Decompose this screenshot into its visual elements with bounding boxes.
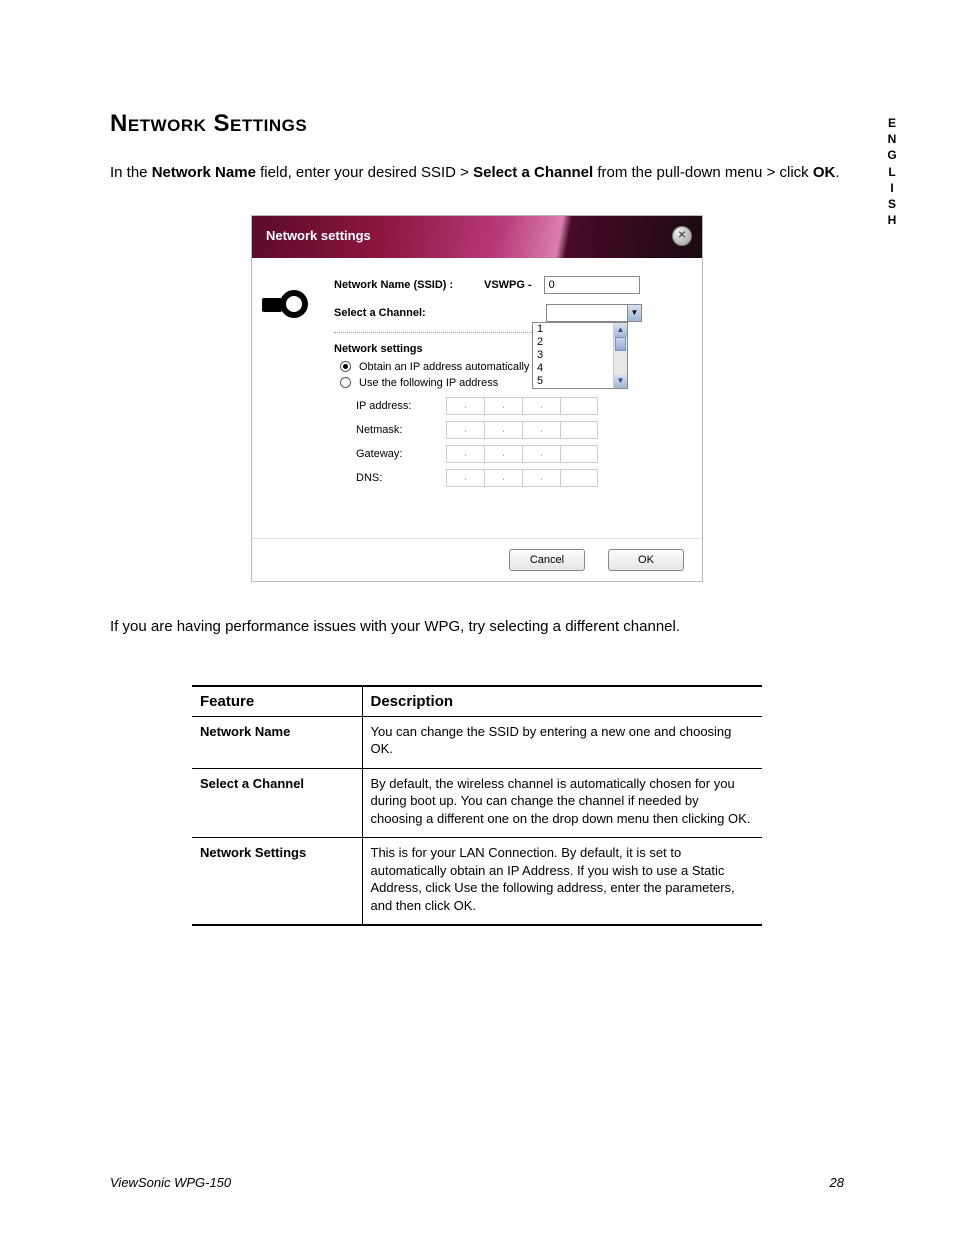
- key-icon: [262, 288, 310, 320]
- scroll-thumb[interactable]: [615, 337, 626, 351]
- ip-octet-input[interactable]: .: [446, 469, 484, 487]
- dialog-header: Network settings ✕: [252, 216, 702, 258]
- ip-octet-input[interactable]: .: [484, 445, 522, 463]
- intro-paragraph: In the Network Name field, enter your de…: [110, 162, 844, 185]
- performance-note: If you are having performance issues wit…: [110, 618, 844, 635]
- radio-auto-ip[interactable]: [340, 361, 351, 372]
- ip-address-label: IP address:: [356, 400, 446, 412]
- radio-auto-label: Obtain an IP address automatically: [359, 361, 529, 373]
- ip-octet-input[interactable]: .: [446, 445, 484, 463]
- ok-button[interactable]: OK: [608, 549, 684, 571]
- ip-octet-input[interactable]: .: [522, 445, 560, 463]
- page-number: 28: [830, 1175, 844, 1190]
- ip-octet-input[interactable]: .: [484, 397, 522, 415]
- feature-table: Feature Description Network Name You can…: [192, 685, 762, 927]
- close-icon[interactable]: ✕: [672, 226, 692, 246]
- ip-octet-input[interactable]: .: [484, 469, 522, 487]
- ip-octet-input[interactable]: [560, 445, 598, 463]
- network-settings-dialog: Network settings ✕ Network Name (SSID) :…: [251, 215, 703, 582]
- radio-manual-ip[interactable]: [340, 377, 351, 388]
- ssid-label: Network Name (SSID) :: [334, 279, 484, 291]
- col-description: Description: [362, 686, 762, 717]
- network-settings-subtitle: Network settings: [334, 343, 684, 355]
- radio-manual-label: Use the following IP address: [359, 377, 498, 389]
- product-name: ViewSonic WPG-150: [110, 1175, 231, 1190]
- table-row: Network Settings This is for your LAN Co…: [192, 838, 762, 926]
- ssid-input[interactable]: [544, 276, 640, 294]
- cancel-button[interactable]: Cancel: [509, 549, 585, 571]
- ip-octet-input[interactable]: .: [522, 421, 560, 439]
- channel-label: Select a Channel:: [334, 307, 484, 319]
- ip-octet-input[interactable]: .: [446, 397, 484, 415]
- scrollbar[interactable]: ▲ ▼: [613, 323, 627, 388]
- ip-octet-input[interactable]: [560, 397, 598, 415]
- dns-label: DNS:: [356, 472, 446, 484]
- ip-octet-input[interactable]: [560, 469, 598, 487]
- table-row: Network Name You can change the SSID by …: [192, 716, 762, 768]
- dialog-title: Network settings: [266, 228, 371, 243]
- channel-dropdown-list[interactable]: 1 2 3 4 5 ▲ ▼: [532, 322, 628, 389]
- gateway-label: Gateway:: [356, 448, 446, 460]
- channel-select[interactable]: ▼: [546, 304, 642, 322]
- ip-fields-group: IP address: ... Netmask: ... Gateway: ..…: [356, 397, 684, 487]
- col-feature: Feature: [192, 686, 362, 717]
- table-row: Select a Channel By default, the wireles…: [192, 768, 762, 838]
- page-title: Network Settings: [110, 110, 844, 138]
- netmask-label: Netmask:: [356, 424, 446, 436]
- ip-octet-input[interactable]: .: [522, 397, 560, 415]
- chevron-down-icon: ▼: [627, 305, 641, 321]
- ip-octet-input[interactable]: .: [522, 469, 560, 487]
- ip-octet-input[interactable]: .: [484, 421, 522, 439]
- ssid-prefix: VSWPG -: [484, 279, 532, 291]
- ip-octet-input[interactable]: [560, 421, 598, 439]
- scroll-down-icon[interactable]: ▼: [614, 374, 627, 388]
- page-footer: ViewSonic WPG-150 28: [110, 1175, 844, 1190]
- ip-octet-input[interactable]: .: [446, 421, 484, 439]
- scroll-up-icon[interactable]: ▲: [614, 323, 627, 337]
